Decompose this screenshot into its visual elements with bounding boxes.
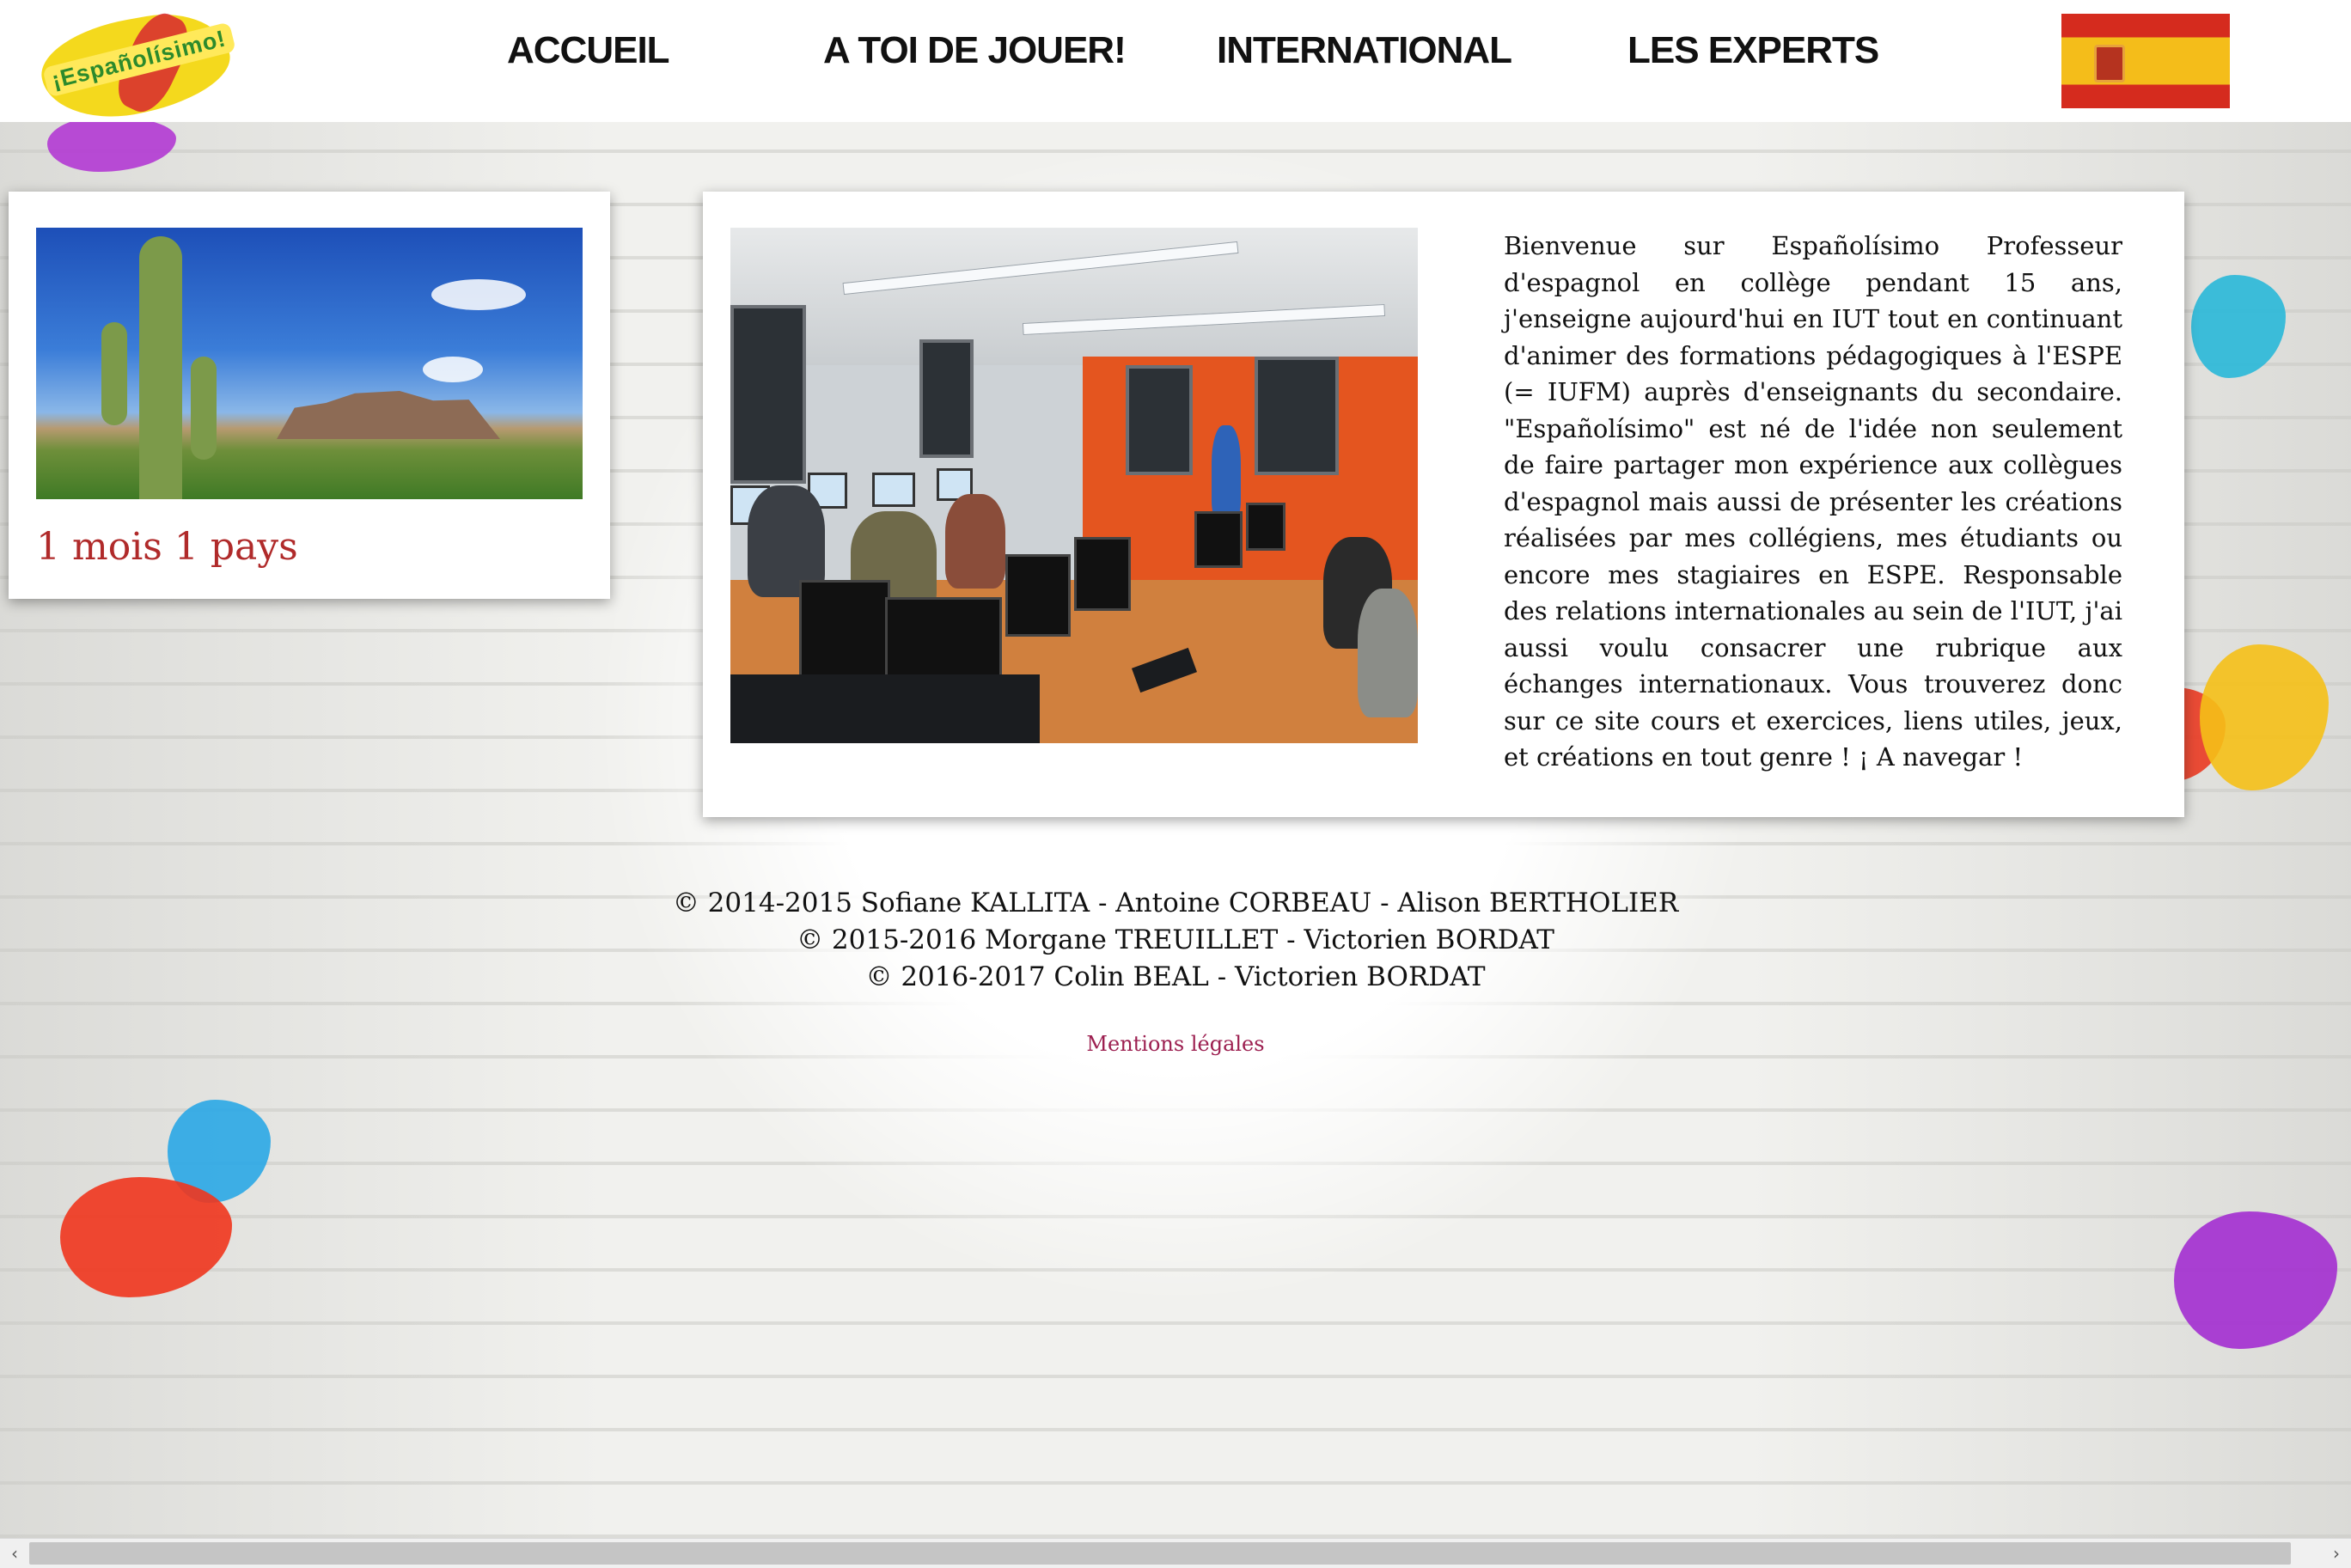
monitor-shape xyxy=(1194,511,1243,568)
monitor-shape xyxy=(872,473,915,507)
student-shape xyxy=(1358,589,1418,717)
cloud-shape xyxy=(431,279,526,310)
cactus-arm-shape xyxy=(191,357,217,460)
nav-a-toi-de-jouer[interactable]: A TOI DE JOUER! xyxy=(823,29,1127,72)
window-shape xyxy=(730,305,806,484)
site-header: ¡Españolísimo! ACCUEIL A TOI DE JOUER! I… xyxy=(0,0,2351,130)
ceiling-shape xyxy=(730,228,1418,365)
legal-notice-link[interactable]: Mentions légales xyxy=(1086,1032,1264,1056)
cactus-desert-photo xyxy=(36,228,583,499)
nav-accueil[interactable]: ACCUEIL xyxy=(507,29,670,72)
copyright-line: © 2014-2015 Sofiane KALLITA - Antoine CO… xyxy=(672,888,1679,918)
monitor-shape xyxy=(1005,554,1071,637)
spain-flag-icon[interactable] xyxy=(2061,14,2230,108)
featured-card-label[interactable]: 1 mois 1 pays xyxy=(36,525,298,569)
copyright-line: © 2016-2017 Colin BEAL - Victorien BORDA… xyxy=(865,961,1486,992)
window-shape xyxy=(1255,357,1339,475)
coat-of-arms-icon xyxy=(2094,45,2125,82)
scroll-right-arrow-icon[interactable]: › xyxy=(2324,1541,2349,1566)
computer-classroom-photo xyxy=(730,228,1418,743)
mesa-shape xyxy=(277,391,500,439)
horizontal-scrollbar[interactable]: ‹ › xyxy=(0,1538,2351,1568)
scrollbar-thumb[interactable] xyxy=(29,1542,2291,1565)
copyright-line: © 2015-2016 Morgane TREUILLET - Victorie… xyxy=(797,924,1554,955)
monitor-shape xyxy=(799,580,890,688)
scroll-left-arrow-icon[interactable]: ‹ xyxy=(2,1541,27,1566)
window-shape xyxy=(1126,365,1193,475)
student-shape xyxy=(1212,425,1241,520)
site-footer: © 2014-2015 Sofiane KALLITA - Antoine CO… xyxy=(0,885,2351,1056)
site-logo[interactable]: ¡Españolísimo! xyxy=(24,3,247,130)
window-shape xyxy=(919,339,974,458)
nav-international[interactable]: INTERNATIONAL xyxy=(1217,29,1512,72)
student-shape xyxy=(945,494,1005,589)
nav-les-experts[interactable]: LES EXPERTS xyxy=(1627,29,1879,72)
monitor-shape xyxy=(1246,503,1285,551)
cactus-shape xyxy=(139,236,182,499)
intro-paragraph: Bienvenue sur Españolísimo Professeur d'… xyxy=(1504,231,2122,772)
cactus-arm-shape xyxy=(101,322,127,425)
intro-card: Bienvenue sur Españolísimo Professeur d'… xyxy=(703,192,2184,817)
featured-card-1-mois-1-pays[interactable]: 1 mois 1 pays xyxy=(9,192,610,599)
monitor-shape xyxy=(1074,537,1131,611)
cloud-shape xyxy=(423,357,483,382)
desk-shape xyxy=(730,674,1040,743)
